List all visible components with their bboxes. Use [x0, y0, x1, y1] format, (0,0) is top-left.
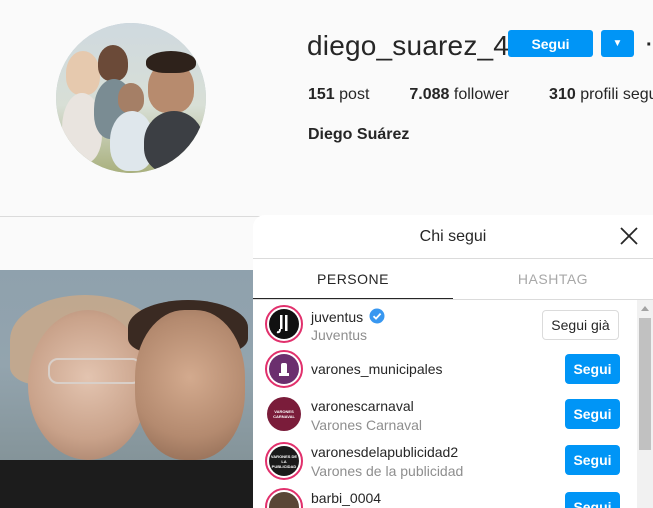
follow-button[interactable]: Segui	[508, 30, 593, 57]
tab-persone[interactable]: PERSONE	[253, 259, 453, 299]
following-dialog: Chi segui PERSONE HASHTAG juventus Juven…	[253, 215, 653, 508]
scroll-up-arrow-icon[interactable]	[641, 306, 649, 311]
list-item[interactable]: VARONES CARNAVAL varonescarnaval Varones…	[253, 394, 637, 440]
follow-button[interactable]: Segui	[565, 399, 620, 429]
verified-badge-icon	[369, 308, 385, 324]
chevron-down-icon: ▼	[612, 38, 623, 49]
account-full-name: Varones de la publicidad	[311, 463, 464, 479]
dialog-header: Chi segui	[253, 215, 653, 259]
avatar[interactable]: VARONES CARNAVAL	[267, 397, 301, 431]
profile-full-name: Diego Suárez	[308, 126, 410, 143]
following-list: juventus Juventus Segui già varones_muni…	[253, 300, 637, 508]
profile-username: diego_suarez_4	[307, 30, 510, 61]
dialog-title: Chi segui	[419, 228, 487, 245]
account-full-name: Varones Carnaval	[311, 417, 423, 433]
account-username[interactable]: varonescarnaval	[311, 398, 414, 414]
tab-hashtag[interactable]: HASHTAG	[453, 259, 653, 299]
account-username[interactable]: varones_municipales	[311, 361, 443, 377]
scrollbar[interactable]	[637, 300, 653, 508]
follow-dropdown-button[interactable]: ▼	[601, 30, 634, 57]
juventus-logo-icon	[276, 315, 288, 334]
followers-stat[interactable]: 7.088 follower	[409, 86, 509, 104]
fist-logo-icon	[279, 363, 289, 376]
list-item[interactable]: juventus Juventus Segui già	[253, 302, 637, 348]
posts-stat: 151 post	[308, 86, 370, 103]
list-item[interactable]: varones_municipales Segui	[253, 348, 637, 394]
avatar[interactable]	[265, 305, 303, 343]
account-username[interactable]: juventus	[311, 308, 385, 325]
account-username[interactable]: barbi_0004	[311, 490, 381, 506]
scrollbar-thumb[interactable]	[639, 318, 651, 450]
more-options-icon[interactable]: ·	[646, 34, 653, 57]
profile-stats: 151 post 7.088 follower 310 profili segu	[308, 86, 653, 104]
follow-button[interactable]: Segui	[565, 492, 620, 508]
following-button[interactable]: Segui già	[542, 310, 619, 340]
following-stat[interactable]: 310 profili segu	[549, 86, 653, 104]
avatar[interactable]	[265, 488, 303, 508]
close-icon[interactable]	[618, 225, 640, 247]
avatar[interactable]: VARONES DE LA PUBLICIDAD	[265, 442, 303, 480]
list-item[interactable]: VARONES DE LA PUBLICIDAD varonesdelapubl…	[253, 440, 637, 486]
avatar[interactable]	[265, 350, 303, 388]
list-item[interactable]: barbi_0004 Segui	[253, 486, 637, 508]
follow-button[interactable]: Segui	[565, 445, 620, 475]
account-username[interactable]: varonesdelapublicidad2	[311, 444, 458, 460]
profile-avatar[interactable]	[56, 23, 206, 173]
post-thumbnail[interactable]	[0, 270, 253, 508]
follow-button[interactable]: Segui	[565, 354, 620, 384]
account-full-name: Juventus	[311, 327, 368, 343]
dialog-tabs: PERSONE HASHTAG	[253, 259, 653, 300]
